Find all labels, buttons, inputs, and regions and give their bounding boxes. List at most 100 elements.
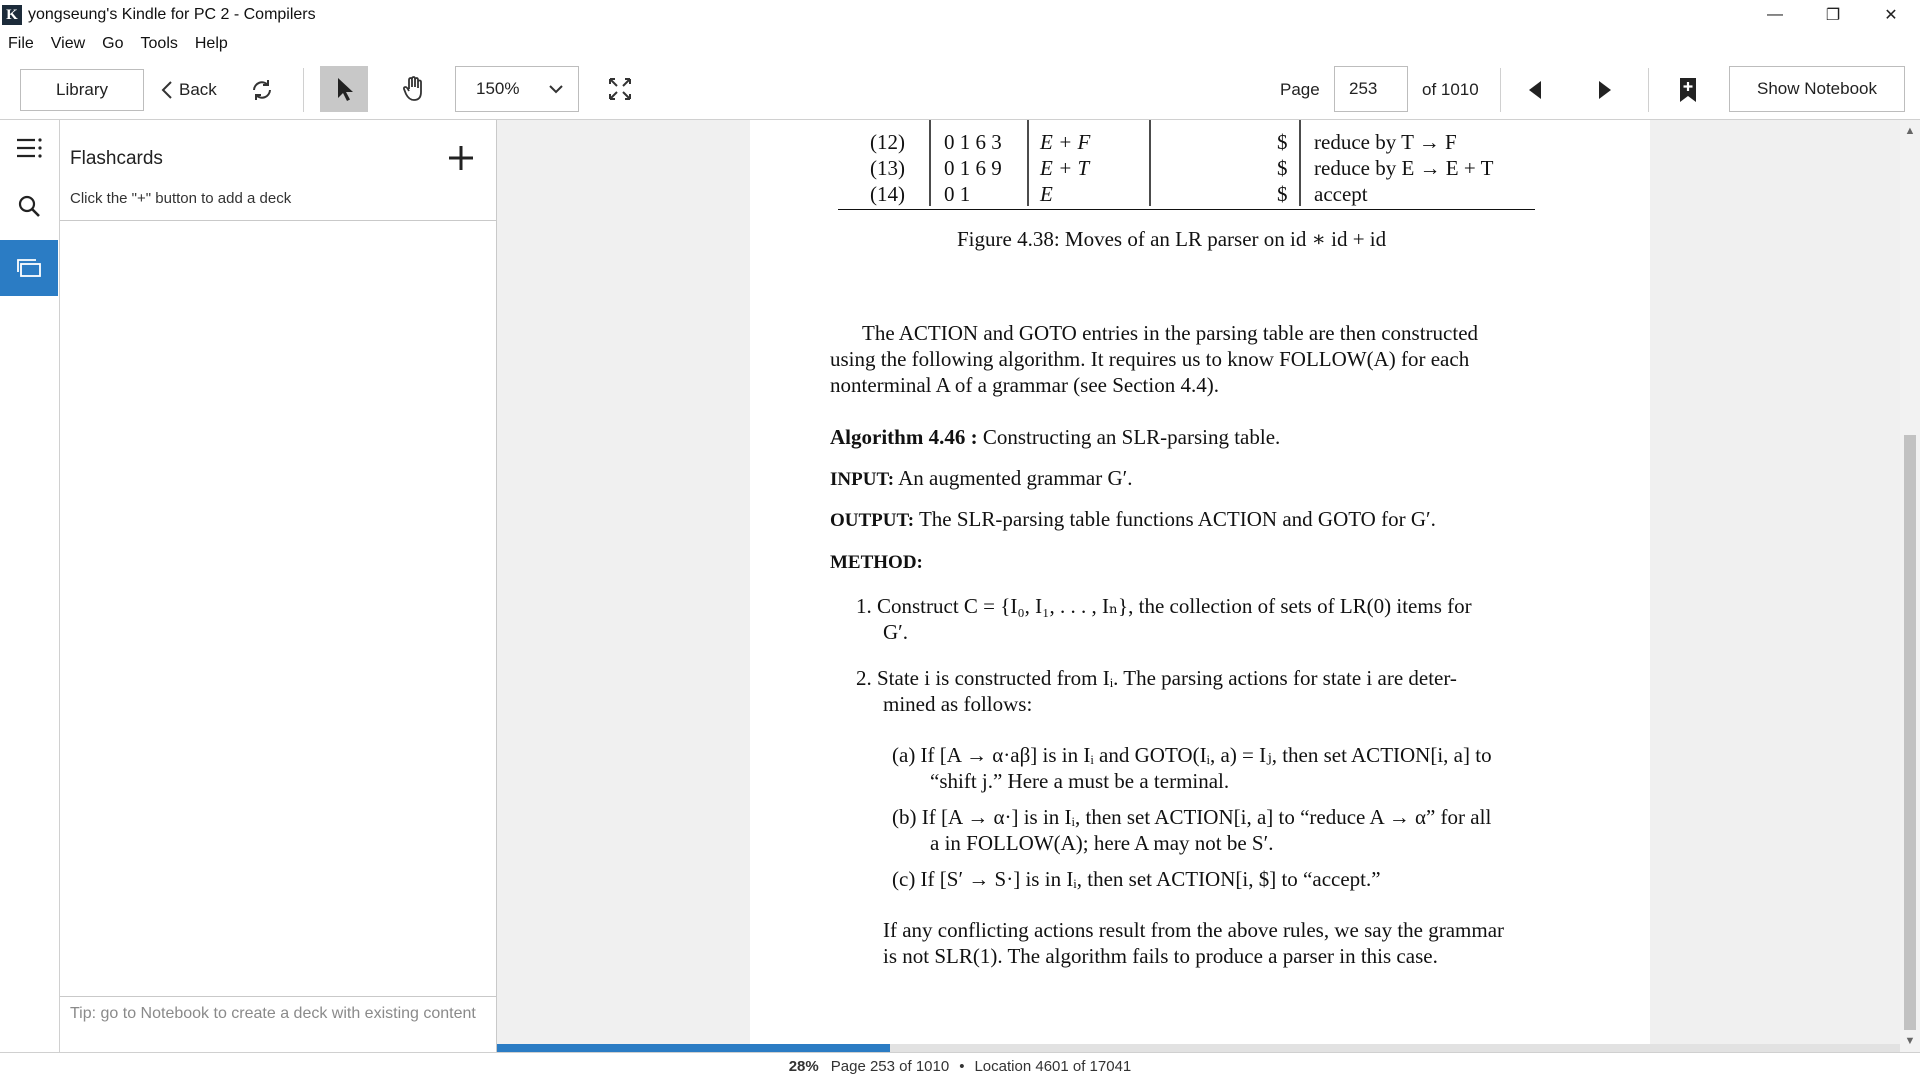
flashcards-header: Flashcards Click the "+" button to add a…: [60, 120, 497, 221]
scroll-up-icon[interactable]: ▲: [1900, 122, 1920, 140]
reading-progress-fill: [497, 1044, 890, 1052]
sync-button[interactable]: [244, 69, 280, 111]
window-title: yongseung's Kindle for PC 2 - Compilers: [28, 6, 316, 23]
table-cell-symbols: E + T: [1040, 156, 1090, 180]
zoom-value: 150%: [476, 79, 520, 98]
progress-percent: 28%: [788, 1058, 819, 1075]
add-deck-hint: Click the "+" button to add a deck: [70, 190, 292, 207]
flashcards-button[interactable]: [0, 240, 58, 296]
toolbar-divider: [303, 68, 304, 112]
title-bar: K yongseung's Kindle for PC 2 - Compiler…: [0, 0, 1920, 30]
search-button[interactable]: [0, 178, 58, 234]
sync-icon: [253, 80, 271, 100]
status-separator: •: [959, 1058, 965, 1075]
toolbar-divider: [1500, 68, 1501, 112]
fullscreen-button[interactable]: [600, 66, 640, 112]
table-of-contents-button[interactable]: [0, 120, 58, 176]
previous-page-button[interactable]: [1515, 69, 1555, 111]
table-cell-input: $: [1277, 130, 1288, 154]
table-cell-action: reduce by T → F: [1314, 130, 1457, 154]
reading-progress-bar[interactable]: [497, 1044, 1900, 1052]
table-cell-action: reduce by E → E + T: [1314, 156, 1494, 180]
zoom-dropdown[interactable]: 150%: [455, 66, 579, 112]
output-text: The SLR-parsing table functions ACTION a…: [918, 507, 1436, 531]
bookmark-plus-icon: [1680, 78, 1696, 102]
page-number-input[interactable]: 253: [1334, 66, 1408, 112]
menu-go[interactable]: Go: [102, 35, 123, 53]
menu-view[interactable]: View: [51, 35, 85, 53]
menu-tools[interactable]: Tools: [141, 35, 178, 53]
kindle-app-icon: K: [2, 5, 22, 25]
contents-list-icon: [17, 138, 42, 158]
page-label: Page: [1280, 80, 1320, 99]
chevron-left-icon: [161, 81, 172, 99]
paragraph-line: nonterminal A of a grammar (see Section …: [830, 373, 1219, 397]
pan-tool-button[interactable]: [390, 66, 438, 112]
menu-file[interactable]: File: [8, 35, 34, 53]
library-button[interactable]: Library: [20, 69, 144, 111]
page-total: of 1010: [1422, 80, 1479, 99]
menu-help[interactable]: Help: [195, 35, 228, 53]
close-button[interactable]: ✕: [1862, 0, 1920, 30]
chevron-down-icon: [549, 85, 563, 94]
triangle-right-icon: [1599, 81, 1611, 99]
minimize-button[interactable]: —: [1746, 0, 1804, 30]
table-cell-input: $: [1277, 182, 1288, 206]
menu-bar: File View Go Tools Help: [0, 30, 1920, 58]
method-step-2c: (c) If [S′ → S·] is in Iᵢ, then set ACTI…: [892, 867, 1381, 891]
back-button[interactable]: Back: [160, 69, 217, 111]
add-deck-button[interactable]: [443, 140, 479, 176]
method-step-2: 2. State i is constructed from Iᵢ. The p…: [856, 666, 1457, 690]
flashcards-icon: [17, 259, 41, 277]
table-cell-stack: 0 1 6 9: [944, 156, 1002, 180]
output-label: OUTPUT:: [830, 510, 915, 531]
method-text: METHOD:: [830, 552, 923, 573]
input-label: INPUT:: [830, 469, 895, 490]
input-text: An augmented grammar G′.: [898, 466, 1133, 490]
table-cell-stack: 0 1: [944, 182, 971, 206]
method-label: METHOD:: [830, 548, 923, 576]
toolbar: Library Back 150% Page 253 of 1010 Show …: [0, 58, 1920, 120]
table-cell-step: (14): [870, 182, 905, 206]
figure-caption: Figure 4.38: Moves of an LR parser on id…: [957, 227, 1387, 251]
method-step-2a-cont: “shift j.” Here a must be a terminal.: [930, 769, 1230, 793]
scroll-down-icon[interactable]: ▼: [1900, 1032, 1920, 1050]
table-cell-symbols: E + F: [1040, 130, 1091, 154]
next-page-button[interactable]: [1585, 69, 1625, 111]
table-cell-action: accept: [1314, 182, 1368, 206]
paragraph-line: The ACTION and GOTO entries in the parsi…: [862, 321, 1479, 345]
left-rail: [0, 120, 60, 1052]
table-cell-step: (12): [870, 130, 905, 154]
table-cell-input: $: [1277, 156, 1288, 180]
algorithm-heading: Algorithm 4.46 : Constructing an SLR-par…: [830, 424, 1280, 450]
reading-area[interactable]: (12) 0 1 6 3 E + F $ reduce by T → F (13…: [497, 120, 1900, 1052]
method-step-2a: (a) If [A → α·aβ] is in Iᵢ and GOTO(Iᵢ, …: [892, 743, 1492, 767]
show-notebook-button[interactable]: Show Notebook: [1729, 66, 1905, 112]
method-step-2b: (b) If [A → α·] is in Iᵢ, then set ACTIO…: [892, 805, 1492, 829]
vertical-scrollbar[interactable]: ▲ ▼: [1900, 120, 1920, 1052]
plus-icon: [449, 146, 473, 170]
select-tool-button[interactable]: [320, 66, 368, 112]
fullscreen-icon: [609, 78, 631, 100]
scrollbar-thumb[interactable]: [1904, 435, 1916, 1030]
method-step-2-cont: mined as follows:: [883, 692, 1033, 716]
triangle-left-icon: [1529, 81, 1541, 99]
paragraph-line: is not SLR(1). The algorithm fails to pr…: [883, 944, 1438, 968]
method-step-1: 1. Construct C = {I₀, I₁, . . . , Iₙ}, t…: [856, 594, 1472, 618]
add-bookmark-button[interactable]: [1670, 69, 1706, 111]
hand-icon: [403, 76, 422, 101]
paragraph-line: using the following algorithm. It requir…: [830, 347, 1470, 371]
paragraph-line: If any conflicting actions result from t…: [883, 918, 1505, 942]
status-bar: 28% Page 253 of 1010 • Location 4601 of …: [0, 1052, 1920, 1080]
search-icon: [18, 195, 40, 217]
method-step-1-cont: G′.: [883, 620, 909, 644]
back-label: Back: [179, 80, 217, 99]
table-cell-symbols: E: [1040, 182, 1053, 206]
algorithm-title: Constructing an SLR-parsing table.: [982, 425, 1281, 449]
algorithm-number: Algorithm 4.46 :: [830, 425, 978, 449]
method-step-2b-cont: a in FOLLOW(A); here A may not be S′.: [930, 831, 1274, 855]
toolbar-divider: [1648, 68, 1649, 112]
maximize-button[interactable]: ❐: [1804, 0, 1862, 30]
flashcards-panel: Flashcards Click the "+" button to add a…: [60, 120, 497, 1052]
status-location: Location 4601 of 17041: [974, 1058, 1132, 1075]
